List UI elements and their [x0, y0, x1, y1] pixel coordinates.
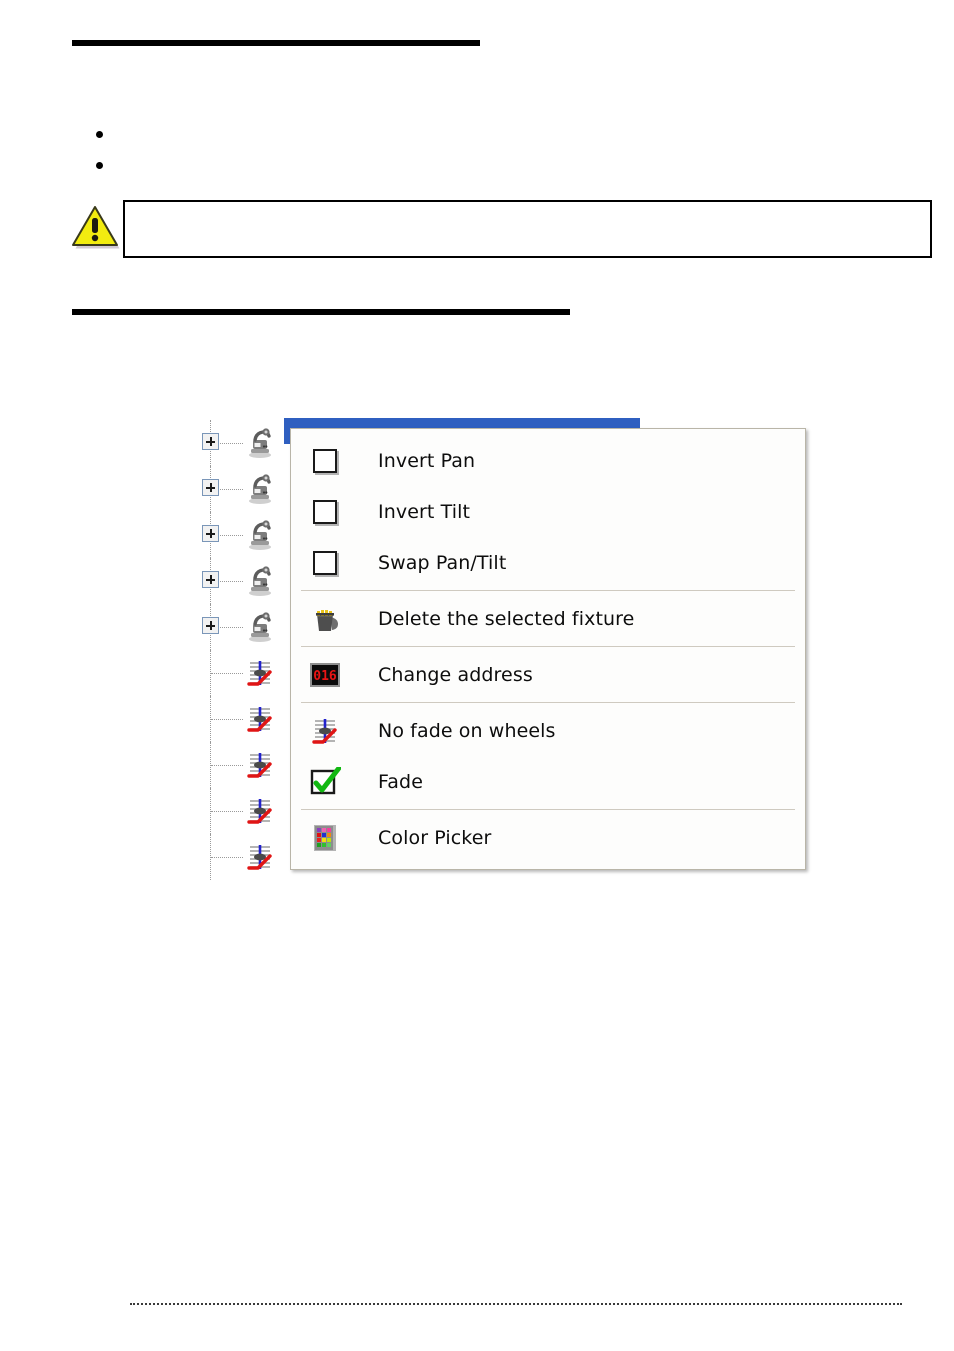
moving-head-fixture-icon [244, 611, 276, 643]
tree-row-channel[interactable] [196, 650, 304, 696]
menu-item-fade[interactable]: Fade [291, 756, 805, 807]
menu-item-label: Swap Pan/Tilt [378, 551, 507, 574]
menu-item-invert-tilt[interactable]: Invert Tilt [291, 486, 805, 537]
menu-separator [301, 809, 795, 810]
menu-item-swap-pan-tilt[interactable]: Swap Pan/Tilt [291, 537, 805, 588]
warning-text-box [123, 200, 932, 258]
tree-row-channel[interactable] [196, 788, 304, 834]
fixture-context-menu[interactable]: Invert Pan Invert Tilt Swap Pan/Tilt Del… [290, 428, 806, 870]
trash-can-icon [305, 602, 345, 636]
menu-item-delete-fixture[interactable]: Delete the selected fixture [291, 593, 805, 644]
checkbox-checked-green-icon[interactable] [305, 765, 345, 799]
tree-row-fixture[interactable] [196, 466, 304, 512]
list-item [72, 149, 892, 180]
tree-expander-plus-icon[interactable] [202, 479, 219, 496]
menu-item-change-address[interactable]: 016 Change address [291, 649, 805, 700]
no-fade-fader-icon [244, 841, 276, 873]
menu-item-label: Invert Tilt [378, 500, 471, 523]
tree-row-channel[interactable] [196, 742, 304, 788]
tree-row-fixture[interactable] [196, 558, 304, 604]
tree-expander-plus-icon[interactable] [202, 617, 219, 634]
tree-expander-plus-icon[interactable] [202, 433, 219, 450]
menu-item-color-picker[interactable]: Color Picker [291, 812, 805, 863]
tree-row-channel[interactable] [196, 696, 304, 742]
moving-head-fixture-icon [244, 473, 276, 505]
warning-callout [70, 200, 932, 262]
tree-row-channel[interactable] [196, 834, 304, 880]
section-heading-rule-second [72, 309, 570, 315]
fixture-patch-screenshot-figure: Invert Pan Invert Tilt Swap Pan/Tilt Del… [196, 412, 812, 890]
tree-expander-plus-icon[interactable] [202, 525, 219, 542]
tree-connector-line [211, 673, 243, 674]
document-page: Invert Pan Invert Tilt Swap Pan/Tilt Del… [0, 0, 954, 1351]
color-picker-palette-icon [305, 821, 345, 855]
warning-triangle-icon [70, 204, 120, 250]
no-fade-fader-icon [244, 703, 276, 735]
dmx-address-value: 016 [313, 669, 337, 684]
tree-row-fixture[interactable] [196, 604, 304, 650]
menu-item-no-fade-on-wheels[interactable]: No fade on wheels [291, 705, 805, 756]
no-fade-fader-icon [244, 795, 276, 827]
list-item [72, 118, 892, 149]
tree-connector-line [211, 765, 243, 766]
fixture-tree[interactable] [196, 420, 304, 890]
bullet-list [72, 118, 892, 180]
checkbox-unchecked-icon[interactable] [305, 546, 345, 580]
footer-rule [130, 1303, 902, 1305]
tree-connector-line [211, 811, 243, 812]
menu-item-label: Fade [378, 770, 423, 793]
moving-head-fixture-icon [244, 427, 276, 459]
menu-item-label: Change address [378, 663, 533, 686]
checkbox-unchecked-icon[interactable] [305, 444, 345, 478]
moving-head-fixture-icon [244, 519, 276, 551]
tree-connector-line [211, 857, 243, 858]
dmx-address-display-icon: 016 [305, 658, 345, 692]
section-heading-rule-top [72, 40, 480, 46]
menu-separator [301, 702, 795, 703]
menu-item-label: No fade on wheels [378, 719, 556, 742]
checkbox-unchecked-icon[interactable] [305, 495, 345, 529]
no-fade-fader-icon [305, 714, 345, 748]
moving-head-fixture-icon [244, 565, 276, 597]
no-fade-fader-icon [244, 749, 276, 781]
no-fade-fader-icon [244, 657, 276, 689]
menu-separator [301, 646, 795, 647]
menu-item-invert-pan[interactable]: Invert Pan [291, 435, 805, 486]
menu-item-label: Invert Pan [378, 449, 476, 472]
menu-item-label: Color Picker [378, 826, 492, 849]
menu-item-label: Delete the selected fixture [378, 607, 635, 630]
tree-expander-plus-icon[interactable] [202, 571, 219, 588]
tree-connector-line [211, 719, 243, 720]
tree-row-fixture[interactable] [196, 512, 304, 558]
menu-separator [301, 590, 795, 591]
